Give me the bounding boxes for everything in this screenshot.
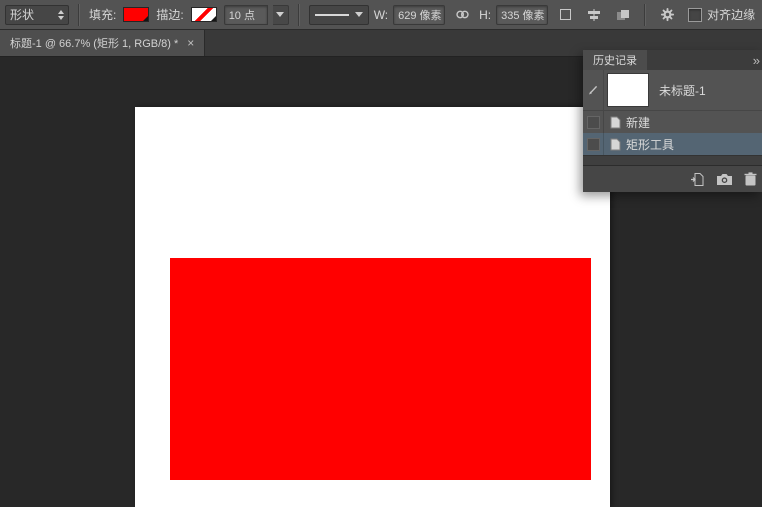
history-snapshot-row[interactable]: 未标题-1: [583, 70, 762, 111]
path-alignment-button[interactable]: [582, 4, 606, 26]
combo-updown-icon: [58, 10, 64, 20]
arrange-layers-icon: [616, 9, 630, 21]
swatch-dropdown-icon: [211, 16, 216, 21]
history-panel-footer: [583, 165, 762, 192]
new-document-from-state-icon[interactable]: [690, 172, 705, 187]
align-edges-checkbox[interactable]: [688, 8, 702, 22]
history-panel-tab[interactable]: 历史记录: [583, 50, 647, 70]
history-item-rectangle-tool[interactable]: 矩形工具: [583, 133, 762, 155]
stroke-type-dropdown[interactable]: [309, 5, 369, 25]
shape-width-value: 629 像素: [398, 7, 441, 23]
fill-swatch[interactable]: [123, 7, 149, 22]
link-dimensions-icon[interactable]: [450, 4, 474, 26]
close-tab-icon[interactable]: ×: [187, 36, 194, 50]
tool-mode-dropdown[interactable]: 形状: [5, 5, 69, 25]
snapshot-thumbnail: [607, 73, 649, 107]
height-label: H:: [479, 8, 491, 22]
source-checkbox: [587, 138, 600, 151]
collapse-panel-icon[interactable]: »: [753, 53, 759, 68]
shape-height-value: 335 像素: [501, 7, 544, 23]
history-panel-header: 历史记录 »: [583, 50, 762, 70]
options-bar: 形状 填充: 描边: 10 点 W: 629 像素 H: 335 像素: [0, 0, 762, 30]
gear-icon[interactable]: [655, 4, 679, 26]
separator: [298, 4, 300, 26]
shape-height-input[interactable]: 335 像素: [496, 5, 548, 25]
history-source-well[interactable]: [583, 70, 604, 110]
align-edges-label: 对齐边缘: [707, 6, 755, 23]
history-state-icon: [610, 116, 621, 129]
stroke-line-sample-icon: [315, 14, 349, 16]
history-item-label: 新建: [626, 114, 650, 131]
history-source-well[interactable]: [583, 133, 604, 155]
history-state-icon: [610, 138, 621, 151]
history-item-label: 矩形工具: [626, 136, 674, 153]
source-checkbox: [587, 116, 600, 129]
path-operations-button[interactable]: [553, 4, 577, 26]
history-source-well[interactable]: [583, 111, 604, 133]
width-label: W:: [374, 8, 388, 22]
trash-icon[interactable]: [744, 172, 757, 186]
history-brush-icon: [587, 84, 599, 96]
chevron-down-icon: [276, 12, 284, 17]
swatch-dropdown-icon: [143, 16, 148, 21]
tool-mode-value: 形状: [10, 6, 34, 23]
history-panel-body: 未标题-1 新建 矩形工具: [583, 70, 762, 192]
align-icon: [587, 9, 601, 21]
square-icon: [560, 9, 571, 20]
shape-width-input[interactable]: 629 像素: [393, 5, 445, 25]
stroke-width-dropdown-button[interactable]: [273, 5, 289, 25]
chevron-down-icon: [355, 12, 363, 17]
stroke-label: 描边:: [156, 6, 183, 23]
snapshot-label: 未标题-1: [659, 82, 706, 99]
rectangle-shape[interactable]: [170, 258, 591, 480]
document-canvas[interactable]: [135, 107, 610, 507]
document-tab[interactable]: 标题-1 @ 66.7% (矩形 1, RGB/8) * ×: [0, 30, 205, 56]
document-tab-title: 标题-1 @ 66.7% (矩形 1, RGB/8) *: [10, 35, 178, 51]
separator: [644, 4, 646, 26]
stroke-width-input[interactable]: 10 点: [224, 5, 268, 25]
photoshop-app: 形状 填充: 描边: 10 点 W: 629 像素 H: 335 像素: [0, 0, 762, 507]
stroke-swatch[interactable]: [191, 7, 217, 22]
fill-label: 填充:: [89, 6, 116, 23]
camera-snapshot-icon[interactable]: [716, 173, 733, 186]
history-panel: 历史记录 » 未标题-1 新建: [583, 50, 762, 192]
stroke-width-value: 10 点: [229, 7, 255, 23]
history-item-new[interactable]: 新建: [583, 111, 762, 133]
history-panel-spacer: [583, 155, 762, 165]
separator: [78, 4, 80, 26]
path-arrangement-button[interactable]: [611, 4, 635, 26]
